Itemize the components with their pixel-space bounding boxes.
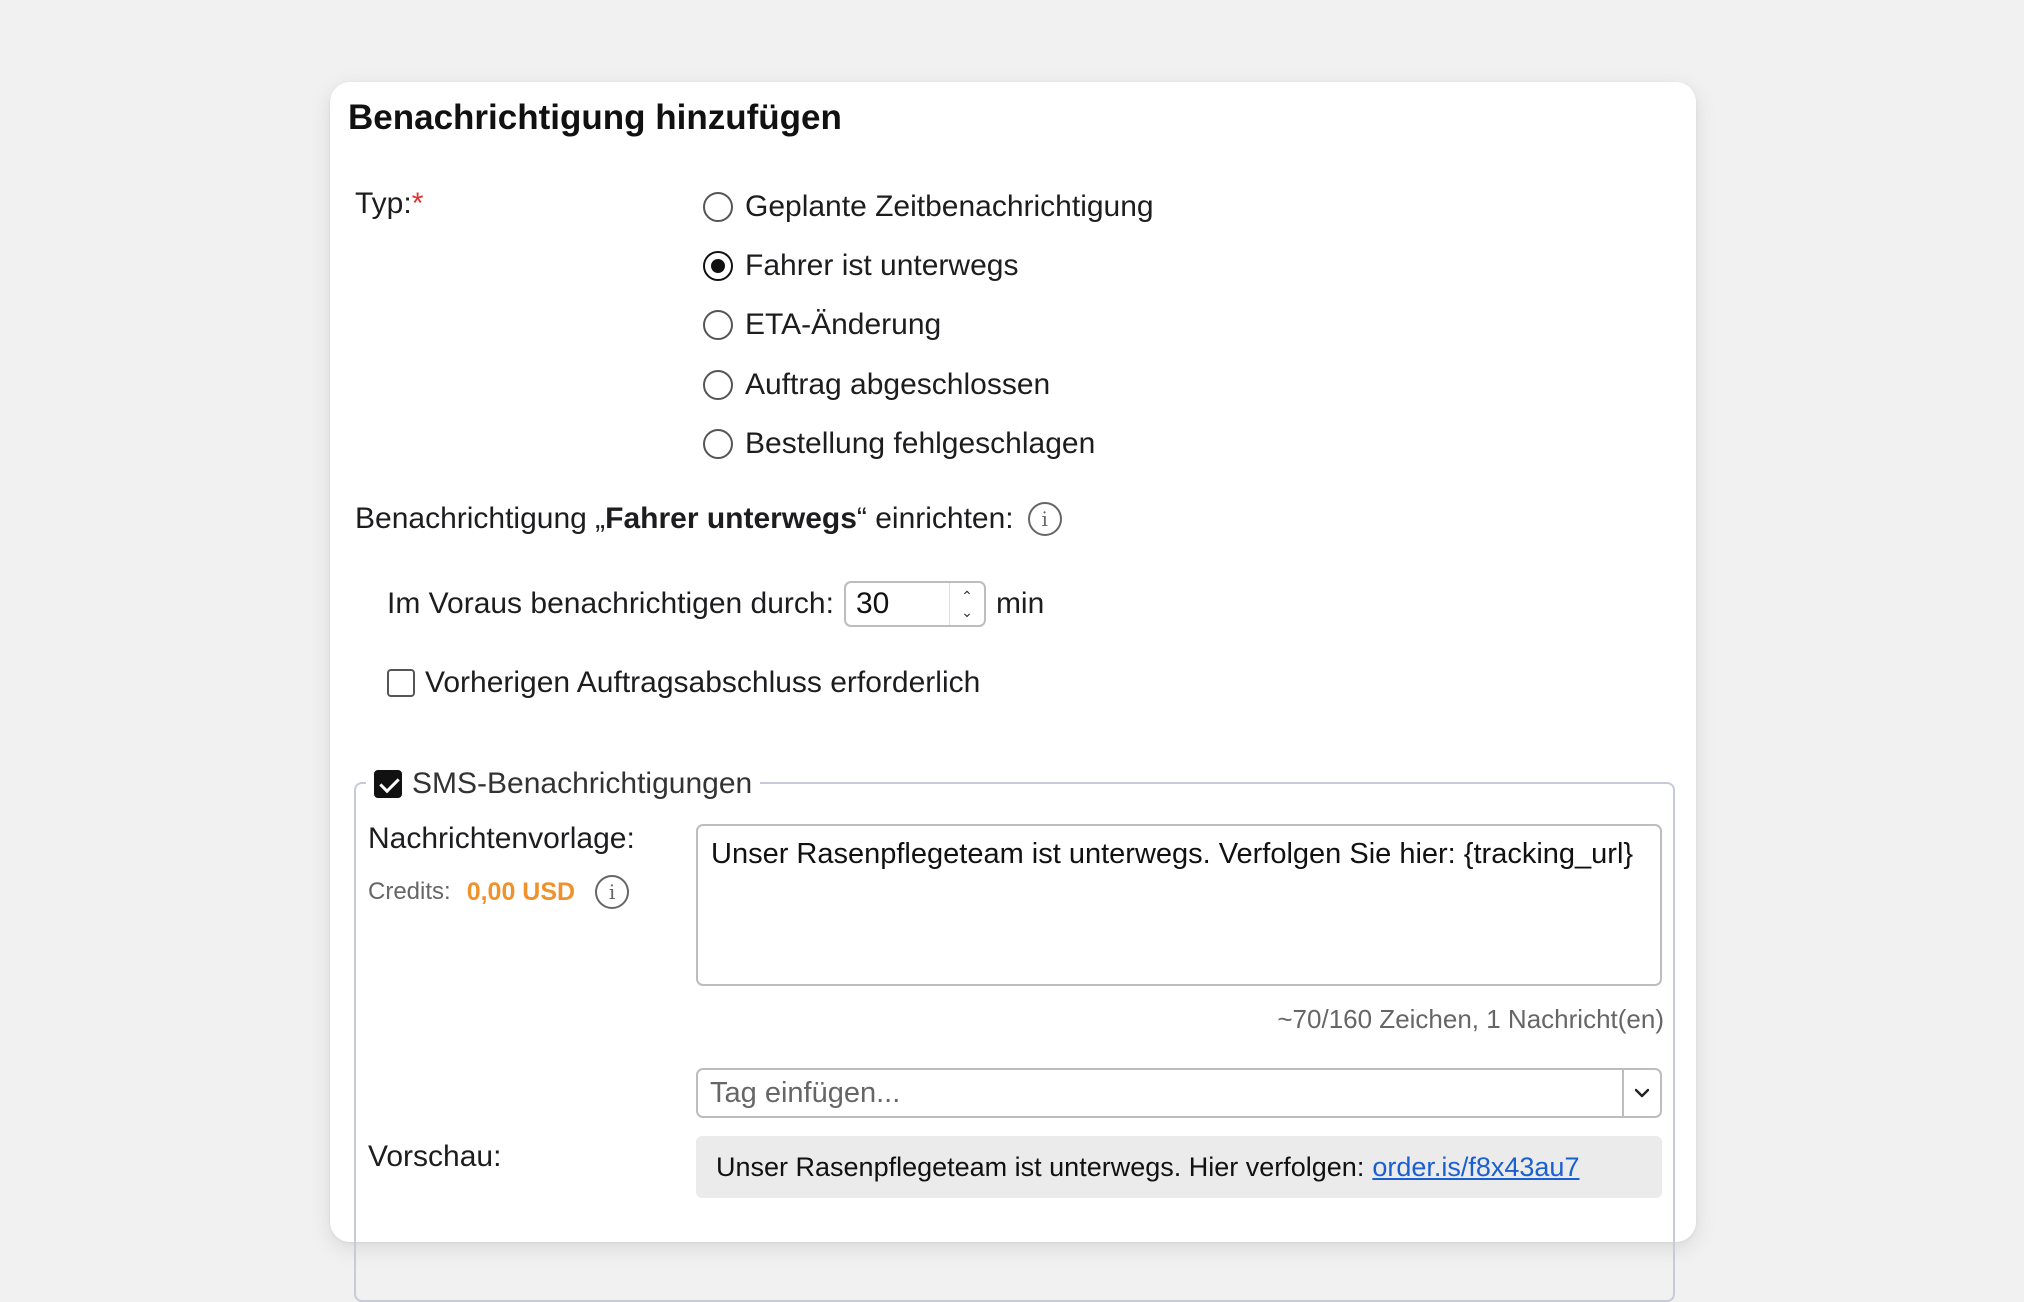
type-label: Typ:* [355, 187, 424, 220]
require-previous-checkbox-row[interactable]: Vorherigen Auftragsabschluss erforderlic… [387, 662, 980, 704]
info-icon[interactable]: i [1027, 502, 1062, 536]
add-notification-dialog: Benachrichtigung hinzufügen Typ:* Geplan… [330, 82, 1696, 1302]
number-stepper[interactable]: ⌃ ⌄ [948, 583, 984, 625]
advance-minutes-value[interactable]: 30 [846, 583, 949, 625]
credits-value: 0,00 USD [466, 877, 576, 906]
radio-label: Bestellung fehlgeschlagen [745, 427, 1096, 460]
radio-button[interactable] [703, 310, 733, 340]
radio-order-failed[interactable]: Bestellung fehlgeschlagen [703, 424, 1095, 464]
preview-box: Unser Rasenpflegeteam ist unterwegs. Hie… [696, 1136, 1662, 1198]
radio-order-completed[interactable]: Auftrag abgeschlossen [703, 365, 1050, 405]
insert-tag-placeholder: Tag einfügen... [710, 1076, 901, 1109]
radio-scheduled-time[interactable]: Geplante Zeitbenachrichtigung [703, 187, 1154, 227]
character-counter: ~70/160 Zeichen, 1 Nachricht(en) [1277, 1004, 1664, 1034]
insert-tag-select[interactable]: Tag einfügen... [696, 1068, 1662, 1118]
advance-label: Im Voraus benachrichtigen durch: [387, 587, 834, 620]
dialog-title: Benachrichtigung hinzufügen [348, 98, 842, 137]
chevron-down-icon[interactable]: ⌄ [961, 604, 973, 620]
radio-button[interactable] [703, 370, 733, 400]
radio-label: Auftrag abgeschlossen [745, 368, 1051, 401]
radio-label: Geplante Zeitbenachrichtigung [745, 190, 1154, 223]
advance-notice-row: Im Voraus benachrichtigen durch: 30 ⌃ ⌄ … [387, 580, 1044, 628]
require-previous-checkbox[interactable] [387, 669, 415, 697]
radio-eta-change[interactable]: ETA-Änderung [703, 305, 941, 345]
radio-label: ETA-Änderung [745, 308, 942, 341]
preview-tracking-link[interactable]: order.is/f8x43au7 [1372, 1152, 1579, 1183]
preview-label: Vorschau: [368, 1140, 502, 1173]
credits-label: Credits: [368, 878, 451, 905]
setup-heading: Benachrichtigung „ Fahrer unterwegs “ einr… [355, 497, 1062, 541]
preview-text: Unser Rasenpflegeteam ist unterwegs. Hie… [716, 1151, 1365, 1182]
sms-enabled-checkbox[interactable] [374, 770, 402, 798]
radio-driver-en-route[interactable]: Fahrer ist unterwegs [703, 246, 1018, 286]
chevron-down-icon[interactable] [1622, 1070, 1660, 1116]
template-label: Nachrichtenvorlage: [368, 822, 635, 855]
credits-row: Credits: 0,00 USD i [368, 870, 630, 914]
sms-legend-label: SMS-Benachrichtigungen [412, 767, 753, 800]
chevron-up-icon[interactable]: ⌃ [961, 588, 973, 604]
require-previous-label: Vorherigen Auftragsabschluss erforderlic… [425, 666, 981, 699]
radio-label: Fahrer ist unterwegs [745, 249, 1019, 282]
advance-minutes-input[interactable]: 30 ⌃ ⌄ [843, 581, 986, 627]
required-marker: * [411, 187, 424, 220]
radio-button-selected[interactable] [703, 251, 733, 281]
radio-button[interactable] [703, 429, 733, 459]
radio-button[interactable] [703, 192, 733, 222]
info-icon[interactable]: i [595, 875, 630, 909]
minutes-unit: min [995, 587, 1045, 620]
message-template-textarea[interactable]: Unser Rasenpflegeteam ist unterwegs. Ver… [696, 824, 1662, 986]
sms-legend[interactable]: SMS-Benachrichtigungen [366, 764, 761, 804]
